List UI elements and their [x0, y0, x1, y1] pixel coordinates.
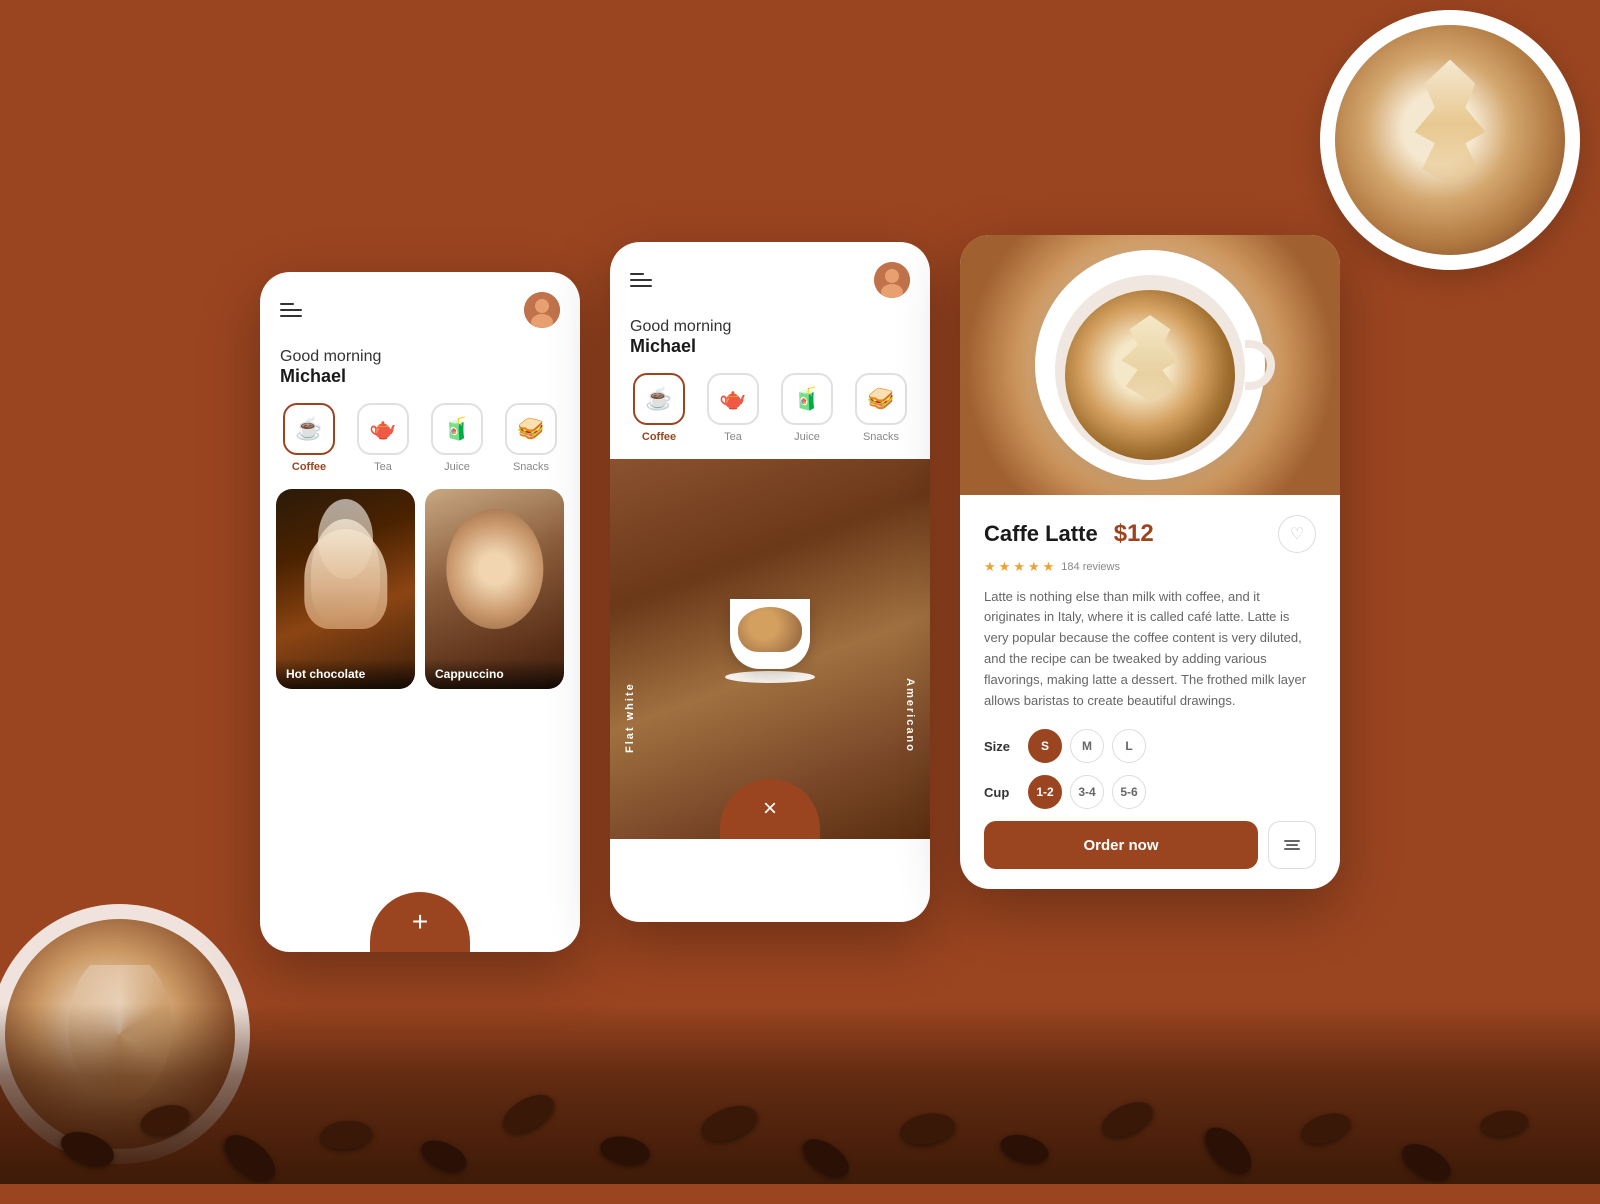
cat-tab-snacks[interactable]: 🥪 Snacks — [498, 403, 564, 473]
screen2-cat-label-snacks: Snacks — [863, 431, 899, 443]
cat-tab-tea[interactable]: 🫖 Tea — [350, 403, 416, 473]
star-3: ★ — [1013, 559, 1025, 575]
category-tabs: ☕ Coffee 🫖 Tea 🧃 Juice 🥪 Snack — [260, 403, 580, 473]
coffee-icon: ☕ — [295, 416, 322, 442]
screen1-phone: Good morning Michael ☕ Coffee 🫖 Tea 🧃 — [260, 272, 580, 952]
user-avatar[interactable] — [524, 292, 560, 328]
cat-icon-tea-wrap: 🫖 — [357, 403, 409, 455]
screen2-cat-icon-snacks-wrap: 🥪 — [855, 373, 907, 425]
close-icon: × — [763, 795, 777, 823]
size-s-button[interactable]: S — [1028, 729, 1062, 763]
tea-icon: 🫖 — [369, 416, 396, 442]
screen2-greeting: Good morning Michael — [610, 308, 930, 373]
filter-icon — [1284, 840, 1300, 850]
left-product-label: Flat white — [624, 682, 636, 753]
product-card-cappuccino[interactable]: Cappuccino — [425, 489, 564, 689]
cat-tab-juice[interactable]: 🧃 Juice — [424, 403, 490, 473]
product-detail-name: Caffe Latte — [984, 521, 1098, 547]
screen2-greeting-name: Michael — [630, 336, 910, 357]
screen2-phone: Good morning Michael ☕ Coffee 🫖 Tea 🧃 — [610, 242, 930, 922]
screen2-cat-label-tea: Tea — [724, 431, 742, 443]
product-grid: Hot chocolate Cappuccino — [260, 489, 580, 689]
screen2-cat-tab-coffee[interactable]: ☕ Coffee — [626, 373, 692, 443]
order-now-button[interactable]: Order now — [984, 821, 1258, 869]
screen2-cat-label-juice: Juice — [794, 431, 820, 443]
screen2-snacks-icon: 🥪 — [867, 386, 894, 412]
review-count: 184 reviews — [1061, 561, 1120, 573]
product-label-hot-chocolate: Hot chocolate — [276, 659, 415, 689]
cup-options: 1-2 3-4 5-6 — [1028, 775, 1146, 809]
heart-icon: ♡ — [1290, 524, 1304, 544]
cup-5-6-button[interactable]: 5-6 — [1112, 775, 1146, 809]
screen2-cat-icon-tea-wrap: 🫖 — [707, 373, 759, 425]
screen2-juice-icon: 🧃 — [793, 386, 820, 412]
screen2-cat-icon-juice-wrap: 🧃 — [781, 373, 833, 425]
detail-content: Caffe Latte $12 ♡ ★ ★ ★ ★ ★ 184 reviews … — [960, 495, 1340, 890]
greeting-name: Michael — [280, 366, 560, 387]
right-product-label: Americano — [904, 678, 916, 753]
screen2-cat-icon-coffee-wrap: ☕ — [633, 373, 685, 425]
rating-row: ★ ★ ★ ★ ★ 184 reviews — [984, 559, 1316, 575]
screen2-greeting-text: Good morning — [630, 318, 910, 336]
favorite-button[interactable]: ♡ — [1278, 515, 1316, 553]
juice-icon: 🧃 — [443, 416, 470, 442]
screen2-tea-icon: 🫖 — [719, 386, 746, 412]
close-fab-container: × — [610, 779, 930, 839]
cup-row: Cup 1-2 3-4 5-6 — [984, 775, 1316, 809]
fab-container: + — [260, 892, 580, 952]
screen1-header — [260, 272, 580, 338]
size-row: Size S M L — [984, 729, 1316, 763]
size-m-button[interactable]: M — [1070, 729, 1104, 763]
product-description: Latte is nothing else than milk with cof… — [984, 587, 1316, 712]
cat-icon-coffee-wrap: ☕ — [283, 403, 335, 455]
cup-1-2-button[interactable]: 1-2 — [1028, 775, 1062, 809]
star-4: ★ — [1028, 559, 1040, 575]
size-options: S M L — [1028, 729, 1146, 763]
cat-tab-coffee[interactable]: ☕ Coffee — [276, 403, 342, 473]
size-label: Size — [984, 739, 1016, 754]
cat-label-coffee: Coffee — [292, 461, 326, 473]
name-price-wrap: Caffe Latte $12 — [984, 520, 1154, 548]
screen2-coffee-icon: ☕ — [645, 386, 672, 412]
cup-3-4-button[interactable]: 3-4 — [1070, 775, 1104, 809]
cat-label-snacks: Snacks — [513, 461, 549, 473]
screen2-cat-tab-juice[interactable]: 🧃 Juice — [774, 373, 840, 443]
product-carousel: Cappuccino Flat white Americano × — [610, 459, 930, 839]
screen2-cat-tab-tea[interactable]: 🫖 Tea — [700, 373, 766, 443]
star-1: ★ — [984, 559, 996, 575]
product-card-hot-chocolate[interactable]: Hot chocolate — [276, 489, 415, 689]
cup-label: Cup — [984, 785, 1016, 800]
screen2-user-avatar[interactable] — [874, 262, 910, 298]
cat-label-tea: Tea — [374, 461, 392, 473]
detail-coffee-image — [960, 235, 1340, 495]
product-label-cappuccino: Cappuccino — [425, 659, 564, 689]
star-5-half: ★ — [1043, 559, 1055, 575]
add-fab-button[interactable]: + — [370, 892, 470, 952]
close-button[interactable]: × — [720, 779, 820, 839]
size-l-button[interactable]: L — [1112, 729, 1146, 763]
product-detail-price: $12 — [1114, 520, 1154, 548]
order-row: Order now — [984, 821, 1316, 869]
featured-coffee-cup — [720, 599, 820, 699]
add-icon: + — [412, 906, 428, 938]
detail-panel: Caffe Latte $12 ♡ ★ ★ ★ ★ ★ 184 reviews … — [960, 235, 1340, 890]
screen1-greeting: Good morning Michael — [260, 338, 580, 403]
hamburger-menu-icon[interactable] — [280, 303, 302, 317]
star-2: ★ — [999, 559, 1011, 575]
screen2-hamburger-icon[interactable] — [630, 273, 652, 287]
screen2-header — [610, 242, 930, 308]
greeting-text: Good morning — [280, 348, 560, 366]
detail-title-row: Caffe Latte $12 ♡ — [984, 515, 1316, 553]
snacks-icon: 🥪 — [517, 416, 544, 442]
cat-icon-juice-wrap: 🧃 — [431, 403, 483, 455]
cat-icon-snacks-wrap: 🥪 — [505, 403, 557, 455]
screen2-category-tabs: ☕ Coffee 🫖 Tea 🧃 Juice 🥪 Snack — [610, 373, 930, 443]
filter-settings-button[interactable] — [1268, 821, 1316, 869]
screen2-cat-label-coffee: Coffee — [642, 431, 676, 443]
screen2-cat-tab-snacks[interactable]: 🥪 Snacks — [848, 373, 914, 443]
cat-label-juice: Juice — [444, 461, 470, 473]
